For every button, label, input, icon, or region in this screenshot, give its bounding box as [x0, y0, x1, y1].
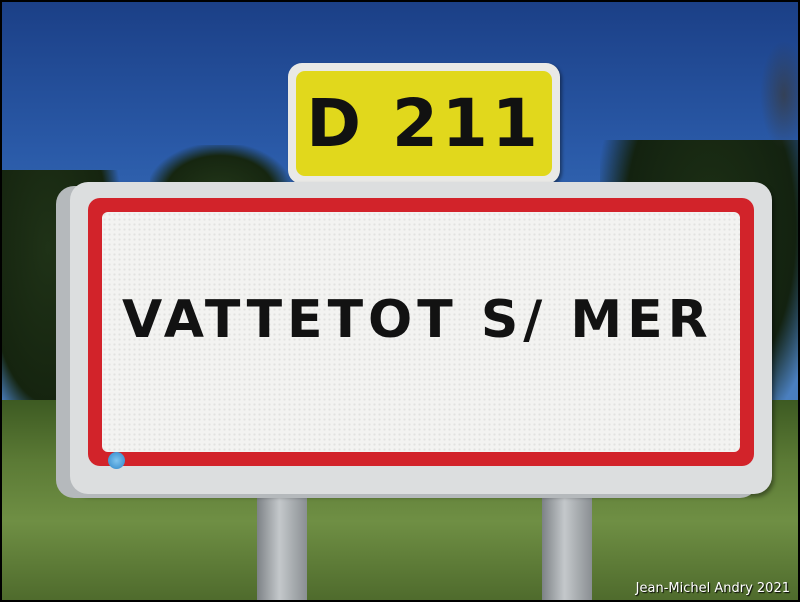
- town-name-text: VATTETOT S/ MER: [122, 290, 713, 350]
- route-number-text: D 211: [306, 85, 542, 162]
- branch: [760, 40, 800, 150]
- photo-scene: D 211 VATTETOT S/ MER Jean-Michel Andry …: [0, 0, 800, 602]
- route-number-sign: D 211: [288, 63, 560, 184]
- route-number-plate: D 211: [296, 71, 552, 176]
- town-entry-sign: VATTETOT S/ MER: [70, 182, 772, 494]
- blue-sticker: [108, 452, 125, 469]
- photographer-watermark: Jean-Michel Andry 2021: [635, 581, 790, 596]
